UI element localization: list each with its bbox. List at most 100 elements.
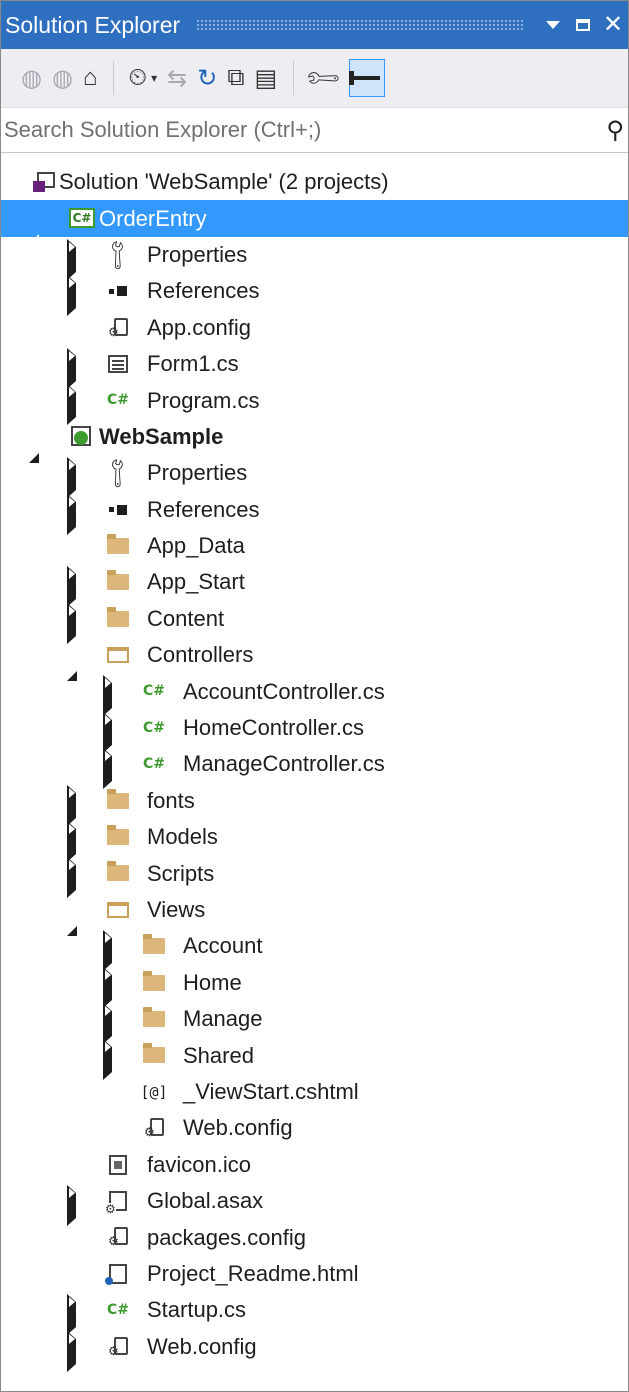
expand-arrow-icon[interactable] bbox=[67, 784, 81, 826]
expand-arrow-icon[interactable] bbox=[103, 675, 117, 717]
expand-arrow-icon[interactable] bbox=[67, 857, 81, 899]
window-title: Solution Explorer bbox=[5, 11, 181, 38]
expand-arrow-icon[interactable] bbox=[67, 238, 81, 280]
tree-item[interactable]: App_Start bbox=[1, 564, 628, 608]
folder-icon bbox=[141, 1043, 167, 1067]
forward-button[interactable]: ◍ bbox=[52, 58, 73, 98]
search-box[interactable]: Search Solution Explorer (Ctrl+;) ⚲ bbox=[1, 108, 628, 153]
collapse-arrow-icon[interactable] bbox=[67, 900, 81, 936]
csharp-file-icon: C# bbox=[106, 1302, 129, 1319]
sync-with-document-button[interactable]: ⇆ bbox=[167, 58, 187, 98]
tree-item-label: Models bbox=[147, 824, 218, 850]
tree-item[interactable]: Home bbox=[1, 965, 628, 1008]
tree-item[interactable]: Content bbox=[1, 601, 628, 644]
search-input[interactable]: Search Solution Explorer (Ctrl+;) bbox=[1, 117, 584, 143]
folder-icon bbox=[105, 861, 131, 885]
tree-item[interactable]: fonts bbox=[1, 783, 628, 826]
expand-arrow-icon[interactable] bbox=[103, 748, 117, 790]
expand-arrow-icon[interactable] bbox=[67, 384, 81, 426]
collapse-arrow-icon[interactable] bbox=[29, 427, 43, 463]
search-icon[interactable]: ⚲ bbox=[584, 116, 628, 145]
tree-item-label: Web.config bbox=[183, 1115, 293, 1141]
maximize-icon bbox=[576, 19, 590, 31]
tree-item[interactable]: ⚙ App.config bbox=[1, 310, 628, 346]
open-folder-icon bbox=[105, 643, 131, 667]
dropdown-arrow-icon bbox=[546, 21, 560, 29]
tree-item-label: Manage bbox=[183, 1006, 263, 1032]
tree-item[interactable]: ⚙ Web.config bbox=[1, 1329, 628, 1372]
tree-item-label: Shared bbox=[183, 1042, 254, 1068]
refresh-button[interactable]: ↻ bbox=[197, 58, 217, 98]
tree-item-label: Startup.cs bbox=[147, 1297, 247, 1323]
tree-item[interactable]: Shared bbox=[1, 1037, 628, 1081]
tree-item[interactable]: C# HomeController.cs bbox=[1, 710, 628, 753]
collapse-arrow-icon[interactable] bbox=[29, 209, 43, 245]
tree-item[interactable]: C# OrderEntry bbox=[1, 200, 628, 245]
tree-item-label: packages.config bbox=[147, 1224, 306, 1250]
collapse-all-button[interactable]: ⧉ bbox=[227, 58, 244, 98]
tree-item[interactable]: Controllers bbox=[1, 637, 628, 682]
expand-arrow-icon[interactable] bbox=[67, 275, 81, 317]
tree-item[interactable]: 🔧︎ Properties bbox=[1, 236, 628, 280]
tree-item[interactable]: C# Startup.cs bbox=[1, 1292, 628, 1336]
collapse-arrow-icon[interactable] bbox=[67, 646, 81, 682]
expand-arrow-icon[interactable] bbox=[67, 347, 81, 389]
tree-item[interactable]: Project_Readme.html bbox=[1, 1256, 628, 1292]
tree-item-label: Global.asax bbox=[147, 1188, 264, 1214]
tree-item[interactable]: Form1.cs bbox=[1, 346, 628, 389]
expand-arrow-icon[interactable] bbox=[67, 602, 81, 644]
web-project-icon bbox=[69, 425, 95, 449]
expand-arrow-icon[interactable] bbox=[67, 457, 81, 499]
close-button[interactable]: ✕ bbox=[598, 1, 628, 49]
tree-item[interactable]: Manage bbox=[1, 1001, 628, 1044]
tree-item[interactable]: Models bbox=[1, 819, 628, 863]
properties-button[interactable]: 🔧︎ bbox=[303, 58, 344, 99]
tree-item[interactable]: C# ManageController.cs bbox=[1, 746, 628, 790]
tree-item[interactable]: [@] _ViewStart.cshtml bbox=[1, 1074, 628, 1110]
drag-grip[interactable] bbox=[196, 19, 524, 31]
expand-arrow-icon[interactable] bbox=[103, 966, 117, 1008]
tree-item[interactable]: Solution 'WebSample' (2 projects) bbox=[1, 164, 628, 200]
home-button[interactable]: ⌂ bbox=[83, 58, 98, 98]
tree-item[interactable]: Global.asax bbox=[1, 1183, 628, 1226]
tree-item[interactable]: References bbox=[1, 492, 628, 535]
tree-item-label: _ViewStart.cshtml bbox=[183, 1078, 359, 1104]
tree-item[interactable]: WebSample bbox=[1, 419, 628, 463]
pending-changes-filter-button[interactable]: ⏲ ▾ bbox=[128, 58, 157, 98]
tree-item-label: AccountController.cs bbox=[183, 678, 385, 704]
tree-item[interactable]: C# AccountController.cs bbox=[1, 673, 628, 717]
maximize-button[interactable] bbox=[568, 1, 598, 49]
folder-icon bbox=[105, 825, 131, 849]
wrench-icon: 🔧︎ bbox=[98, 454, 137, 492]
tree-item-label: Home bbox=[183, 969, 242, 995]
html-file-icon bbox=[105, 1262, 131, 1286]
expand-arrow-icon[interactable] bbox=[103, 1002, 117, 1044]
preview-selected-items-button[interactable] bbox=[348, 59, 385, 97]
tree-item[interactable]: favicon.ico bbox=[1, 1147, 628, 1183]
expand-arrow-icon[interactable] bbox=[67, 821, 81, 863]
show-all-files-button[interactable]: ▤ bbox=[255, 58, 278, 98]
tree-item[interactable]: ⚙ Web.config bbox=[1, 1110, 628, 1146]
tree-item[interactable]: Scripts bbox=[1, 855, 628, 899]
title-bar[interactable]: Solution Explorer ✕ bbox=[1, 1, 628, 49]
expand-arrow-icon[interactable] bbox=[67, 566, 81, 608]
expand-arrow-icon[interactable] bbox=[67, 493, 81, 535]
expand-arrow-icon[interactable] bbox=[103, 930, 117, 972]
tree-item[interactable]: Views bbox=[1, 892, 628, 936]
folder-icon bbox=[105, 788, 131, 813]
expand-arrow-icon[interactable] bbox=[67, 1294, 81, 1336]
tree-item[interactable]: References bbox=[1, 273, 628, 317]
window-menu-button[interactable] bbox=[538, 1, 568, 49]
tree-item[interactable]: 🔧︎ Properties bbox=[1, 454, 628, 499]
expand-arrow-icon[interactable] bbox=[103, 1039, 117, 1081]
back-button[interactable]: ◍ bbox=[21, 58, 42, 98]
tree-item[interactable]: App_Data bbox=[1, 528, 628, 564]
tree-item-label: Web.config bbox=[147, 1333, 257, 1359]
tree-item[interactable]: C# Program.cs bbox=[1, 382, 628, 426]
tree-item[interactable]: Account bbox=[1, 928, 628, 972]
expand-arrow-icon[interactable] bbox=[67, 1330, 81, 1372]
folder-icon bbox=[105, 570, 131, 594]
expand-arrow-icon[interactable] bbox=[67, 1184, 81, 1226]
tree-item[interactable]: ⚙ packages.config bbox=[1, 1219, 628, 1255]
expand-arrow-icon[interactable] bbox=[103, 711, 117, 753]
